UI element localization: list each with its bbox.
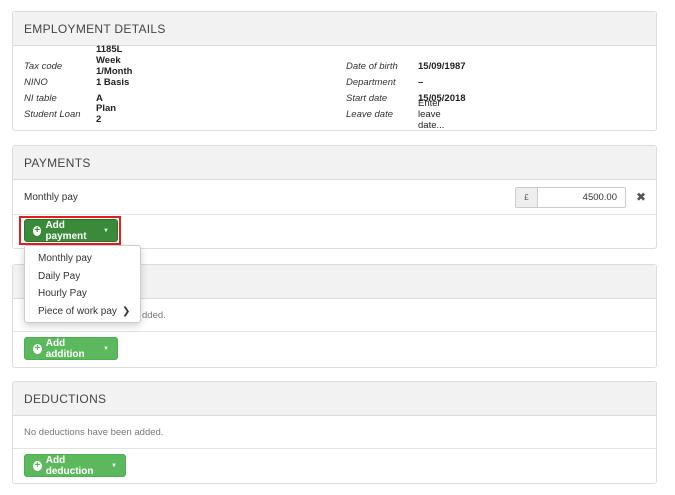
dob-label: Date of birth <box>346 60 398 72</box>
ni-table-label: NI table <box>24 92 57 104</box>
add-deduction-label: Add deduction <box>45 454 94 477</box>
dob-value: 15/09/1987 <box>418 60 466 72</box>
caret-down-icon: ▼ <box>103 345 109 352</box>
tax-code-value: 1185L Week 1/Month 1 Basis <box>96 44 133 88</box>
leave-date-row: Leave date Enter leave date... <box>346 98 444 131</box>
department-value: – <box>418 76 424 88</box>
menu-item-label: Monthly pay <box>38 253 92 265</box>
student-loan-row: Student Loan Plan 2 <box>24 103 116 125</box>
nino-label: NINO <box>24 76 48 88</box>
menu-item-label: Piece of work pay <box>38 305 117 317</box>
add-deduction-button[interactable]: + Add deduction ▼ <box>24 454 126 477</box>
student-loan-value: Plan 2 <box>96 103 117 125</box>
deductions-empty-row: No deductions have been added. <box>13 416 656 448</box>
student-loan-label: Student Loan <box>24 108 81 120</box>
deductions-divider <box>13 448 656 449</box>
start-date-row: Start date 15/05/2018 <box>346 90 466 106</box>
payments-divider <box>13 214 656 215</box>
highlight-box <box>19 216 121 245</box>
employment-details-title: EMPLOYMENT DETAILS <box>13 12 656 46</box>
department-label: Department <box>346 76 396 88</box>
menu-item-hourly-pay[interactable]: Hourly Pay <box>25 285 140 303</box>
department-row: Department – <box>346 74 423 90</box>
tax-code-row: Tax code 1185L Week 1/Month 1 Basis <box>24 44 132 88</box>
start-date-label: Start date <box>346 92 388 104</box>
employment-left-column: Tax code 1185L Week 1/Month 1 Basis NINO … <box>24 44 132 125</box>
additions-divider <box>13 331 656 332</box>
menu-item-piece-of-work-pay[interactable]: Piece of work pay ❯ <box>25 303 140 321</box>
dob-row: Date of birth 15/09/1987 <box>346 58 466 74</box>
employment-details-panel: EMPLOYMENT DETAILS Tax code 1185L Week 1/… <box>12 11 657 131</box>
additions-empty-text: dded. <box>142 309 166 321</box>
menu-item-monthly-pay[interactable]: Monthly pay <box>25 250 140 268</box>
payment-row-label: Monthly pay <box>24 191 78 203</box>
menu-item-label: Daily Pay <box>38 270 81 282</box>
chevron-right-icon: ❯ <box>121 305 131 317</box>
currency-addon: £ <box>516 188 538 207</box>
payments-title: PAYMENTS <box>13 146 656 180</box>
payment-amount-value[interactable]: 4500.00 <box>538 188 625 207</box>
remove-payment-icon[interactable]: ✖ <box>636 190 646 204</box>
add-addition-label: Add addition <box>45 337 85 360</box>
add-addition-button[interactable]: + Add addition ▼ <box>24 337 118 360</box>
plus-circle-icon: + <box>33 459 42 471</box>
caret-down-icon: ▼ <box>111 462 117 469</box>
employment-right-column: Date of birth 15/09/1987 Department – Star… <box>346 58 466 131</box>
leave-date-label: Leave date <box>346 108 394 120</box>
deductions-title: DEDUCTIONS <box>13 382 656 416</box>
nino-row: NINO <box>24 74 81 90</box>
plus-circle-icon: + <box>33 342 42 354</box>
menu-item-daily-pay[interactable]: Daily Pay <box>25 268 140 286</box>
ni-table-value: A <box>96 92 103 104</box>
tax-code-label: Tax code <box>24 60 63 72</box>
deductions-empty-text: No deductions have been added. <box>24 426 164 438</box>
leave-date-link[interactable]: Enter leave date... <box>418 98 444 131</box>
ni-table-row: NI table A <box>24 90 103 106</box>
payment-amount-input[interactable]: £ 4500.00 <box>515 187 626 208</box>
payment-row: Monthly pay £ 4500.00 ✖ <box>13 180 656 214</box>
menu-item-label: Hourly Pay <box>38 288 87 300</box>
add-payment-menu: Monthly pay Daily Pay Hourly Pay Piece o… <box>24 245 141 323</box>
